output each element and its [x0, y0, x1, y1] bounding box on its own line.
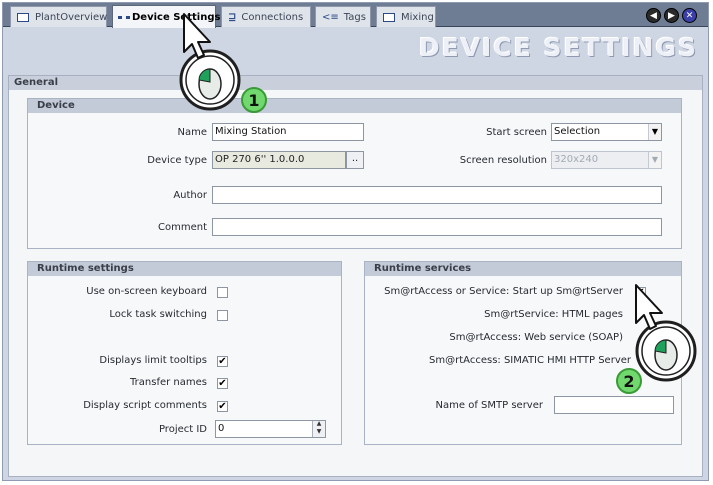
smtp-server-label: Name of SMTP server — [435, 400, 543, 411]
previous-tab-button[interactable]: ◀ — [646, 8, 661, 23]
transfer-names-checkbox[interactable]: ✔ — [217, 378, 228, 389]
screen-resolution-value: 320x240 — [554, 154, 599, 165]
screen-resolution-select: 320x240 ▼ — [551, 151, 662, 169]
name-label: Name — [177, 127, 207, 138]
author-field[interactable] — [212, 186, 662, 204]
general-heading: General — [9, 76, 702, 90]
onscreen-keyboard-label: Use on-screen keyboard — [86, 286, 207, 297]
smartaccess-label: Sm@rtAccess or Service: Start up Sm@rtSe… — [384, 286, 623, 297]
tab-tags[interactable]: <≡ Tags — [315, 6, 371, 27]
step-badge-1: 1 — [241, 87, 267, 113]
project-id-stepper[interactable]: 0 ▲ ▼ — [215, 420, 326, 438]
author-label: Author — [173, 190, 207, 201]
tab-strip: PlantOverview Device Settings ⊒ Connecti… — [3, 3, 708, 28]
tab-label: Tags — [343, 11, 366, 23]
tags-icon: <≡ — [322, 11, 339, 23]
transfer-names-label: Transfer names — [130, 377, 207, 388]
banner: DEVICE SETTINGS — [3, 28, 708, 74]
editor-window: PlantOverview Device Settings ⊒ Connecti… — [2, 2, 709, 481]
mouse-icon — [635, 320, 697, 382]
runtime-settings-group: Runtime settings Use on-screen keyboard … — [27, 261, 342, 445]
runtime-services-heading: Runtime services — [365, 262, 681, 276]
chevron-down-icon[interactable]: ▼ — [648, 124, 661, 140]
http-server-label: Sm@rtAccess: SIMATIC HMI HTTP Server — [429, 355, 631, 366]
script-comments-label: Display script comments — [83, 400, 207, 411]
decrement-icon[interactable]: ▼ — [313, 428, 325, 436]
screen-icon — [17, 12, 29, 22]
limit-tooltips-label: Displays limit tooltips — [99, 355, 207, 366]
stepper-arrows[interactable]: ▲ ▼ — [312, 421, 325, 437]
html-pages-label: Sm@rtService: HTML pages — [484, 309, 623, 320]
device-group: Device Name Mixing Station Device type O… — [27, 98, 682, 249]
next-tab-button[interactable]: ▶ — [664, 8, 679, 23]
mouse-icon — [179, 49, 241, 111]
tab-label: PlantOverview — [35, 11, 108, 23]
start-screen-value: Selection — [554, 126, 601, 137]
start-screen-label: Start screen — [486, 127, 547, 138]
start-screen-select[interactable]: Selection ▼ — [551, 123, 662, 141]
web-service-label: Sm@rtAccess: Web service (SOAP) — [449, 332, 623, 343]
project-id-value: 0 — [218, 423, 225, 434]
close-button[interactable]: ✕ — [682, 8, 697, 23]
runtime-settings-heading: Runtime settings — [28, 262, 341, 276]
chevron-down-icon: ▼ — [648, 152, 661, 168]
page-title: DEVICE SETTINGS — [418, 33, 698, 62]
comment-field[interactable] — [212, 218, 662, 236]
device-type-field: OP 270 6'' 1.0.0.0 — [212, 151, 346, 169]
device-settings-icon — [118, 15, 130, 19]
screen: PlantOverview Device Settings ⊒ Connecti… — [0, 0, 713, 485]
tab-label: Mixing — [401, 11, 434, 23]
device-type-label: Device type — [147, 155, 207, 166]
limit-tooltips-checkbox[interactable]: ✔ — [217, 356, 228, 367]
tab-mixing[interactable]: Mixing — [376, 6, 436, 27]
tab-plantoverview[interactable]: PlantOverview — [10, 6, 107, 27]
device-type-browse-button[interactable]: .. — [346, 151, 364, 169]
lock-task-checkbox[interactable] — [217, 310, 228, 321]
lock-task-label: Lock task switching — [109, 309, 207, 320]
smtp-server-field[interactable] — [554, 396, 674, 414]
step-badge-2: 2 — [616, 368, 642, 394]
name-field[interactable]: Mixing Station — [212, 123, 364, 141]
screen-resolution-label: Screen resolution — [459, 155, 547, 166]
device-heading: Device — [28, 99, 681, 113]
screen-icon — [383, 12, 395, 22]
increment-icon[interactable]: ▲ — [313, 421, 325, 428]
onscreen-keyboard-checkbox[interactable] — [217, 287, 228, 298]
project-id-label: Project ID — [158, 424, 207, 435]
comment-label: Comment — [158, 222, 207, 233]
script-comments-checkbox[interactable]: ✔ — [217, 401, 228, 412]
general-panel: General Device Name Mixing Station Devic… — [8, 75, 703, 477]
